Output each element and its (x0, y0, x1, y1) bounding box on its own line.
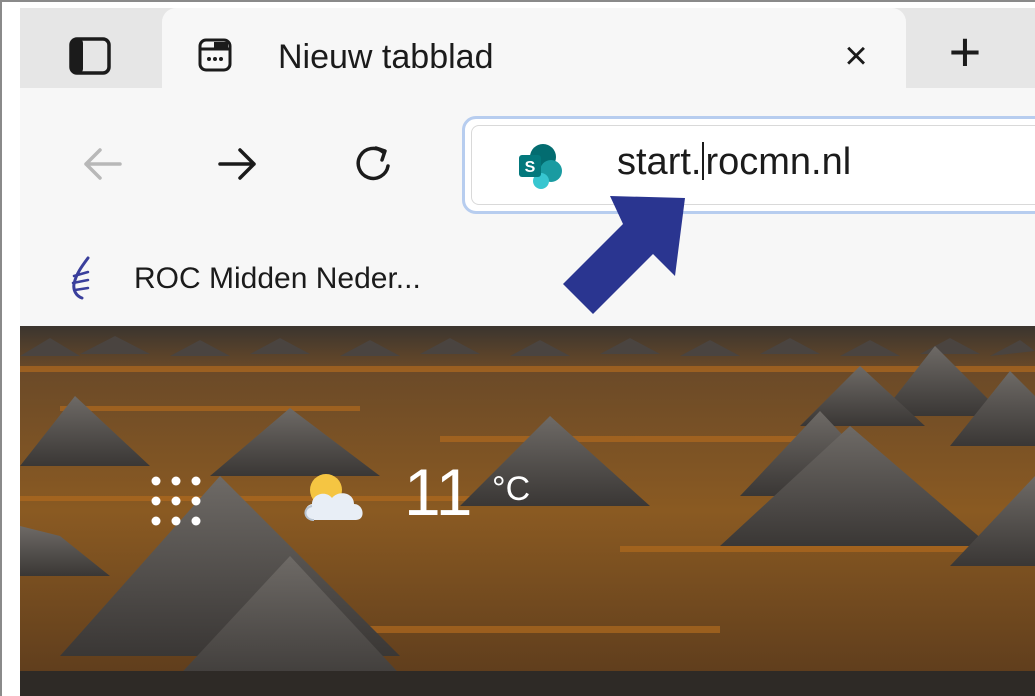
close-tab-button[interactable]: × (832, 32, 880, 80)
app-launcher-icon (151, 476, 201, 526)
address-bar[interactable]: S start. rocmn.nl (462, 116, 1035, 214)
back-arrow-icon (84, 148, 122, 180)
forward-arrow-icon (218, 148, 256, 180)
partly-cloudy-icon[interactable] (300, 468, 368, 524)
sharepoint-icon: S (519, 144, 562, 189)
new-tab-page-icon (198, 38, 232, 72)
roc-logo-icon (71, 256, 90, 300)
new-tab-button[interactable]: + (930, 24, 1000, 84)
tab-title: Nieuw tabblad (278, 38, 494, 76)
annotation-arrow-icon (563, 196, 685, 314)
refresh-icon (356, 146, 390, 181)
url-text: start. rocmn.nl (617, 141, 851, 184)
svg-text:S: S (525, 159, 536, 176)
refresh-button[interactable] (342, 132, 406, 196)
forward-button[interactable] (206, 132, 270, 196)
url-part-start: start. (617, 141, 702, 183)
favorite-label: ROC Midden Neder... (134, 262, 421, 295)
app-launcher-button[interactable] (150, 475, 202, 527)
url-part-end: rocmn.nl (705, 141, 852, 183)
favorites-bar: ROC Midden Neder... (20, 232, 1035, 326)
tab-actions-button[interactable] (44, 22, 136, 90)
back-button[interactable] (70, 132, 134, 196)
tab-actions-icon (69, 37, 111, 75)
temperature-value: 11 (404, 455, 473, 529)
tab-new-tab[interactable]: Nieuw tabblad × (162, 8, 906, 104)
temperature-unit: °C (492, 470, 531, 508)
